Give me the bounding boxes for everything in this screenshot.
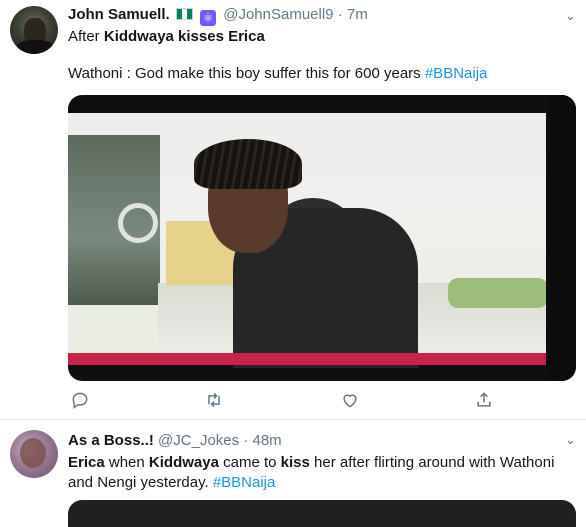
tweet-media-image[interactable]	[68, 95, 576, 381]
nigeria-flag-icon	[175, 8, 193, 20]
tweet-header: As a Boss..! @JC_Jokes · 48m	[68, 432, 282, 449]
text-segment: After	[68, 28, 104, 45]
bold-text: Kiddwaya	[148, 454, 219, 471]
bold-text: Kiddwaya kisses Erica	[103, 28, 265, 45]
share-icon[interactable]	[472, 390, 496, 412]
author-handle[interactable]: @JohnSamuell9	[223, 6, 333, 23]
tweet-text-line: Wathoni : God make this boy suffer this …	[68, 64, 573, 84]
tweet[interactable]: John Samuell. ⚛ @JohnSamuell9 · 7m ⌄ Aft…	[0, 0, 586, 420]
tweet-header: John Samuell. ⚛ @JohnSamuell9 · 7m	[68, 6, 368, 26]
timeline: John Samuell. ⚛ @JohnSamuell9 · 7m ⌄ Aft…	[0, 0, 586, 527]
bold-text: kiss	[280, 454, 310, 471]
retweet-icon[interactable]	[202, 390, 226, 412]
tweet-text-line: Erica when Kiddwaya came to kiss her aft…	[68, 453, 573, 493]
tweet-text-line: After Kiddwaya kisses Erica	[68, 27, 573, 47]
text-segment: Wathoni : God make this boy suffer this …	[68, 65, 425, 82]
text-segment: when	[104, 454, 149, 471]
reply-icon[interactable]	[68, 390, 92, 412]
separator-dot: ·	[337, 6, 343, 23]
heart-icon[interactable]	[338, 390, 362, 412]
text-segment: came to	[218, 454, 281, 471]
timestamp[interactable]: 48m	[252, 432, 281, 449]
chevron-down-icon[interactable]: ⌄	[565, 432, 576, 448]
atom-icon: ⚛	[200, 10, 217, 26]
hashtag-link[interactable]: #BBNaija	[213, 474, 276, 491]
tv-screen-photo	[68, 113, 548, 368]
hashtag-link[interactable]: #BBNaija	[425, 65, 488, 82]
avatar[interactable]	[10, 6, 58, 54]
avatar[interactable]	[10, 430, 58, 478]
separator-dot: ·	[243, 432, 249, 449]
author-handle[interactable]: @JC_Jokes	[158, 432, 239, 449]
chevron-down-icon[interactable]: ⌄	[565, 8, 576, 24]
tweet-media-image[interactable]	[68, 500, 576, 527]
author-name[interactable]: As a Boss..!	[68, 432, 154, 449]
bold-text: Erica	[68, 454, 105, 471]
author-name[interactable]: John Samuell.	[68, 6, 170, 23]
timestamp[interactable]: 7m	[347, 6, 368, 23]
tweet-actions	[68, 390, 498, 412]
